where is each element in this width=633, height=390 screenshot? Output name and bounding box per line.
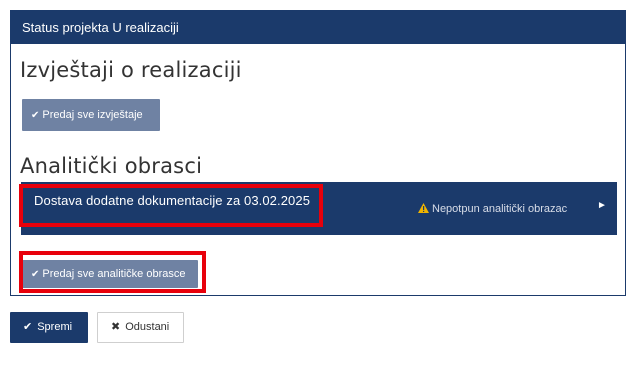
cancel-label: Odustani xyxy=(125,321,170,333)
project-status-panel: Status projekta U realizaciji Izvještaji… xyxy=(10,10,626,296)
check-icon: ✔ xyxy=(31,110,40,121)
analytic-form-status: Nepotpun analitički obrazac xyxy=(418,202,567,215)
warning-icon xyxy=(418,203,429,213)
check-icon: ✔ xyxy=(23,321,33,333)
page: Status projekta U realizaciji Izvještaji… xyxy=(0,0,633,390)
save-label: Spremi xyxy=(37,321,73,333)
reports-section-title: Izvještaji o realizaciji xyxy=(20,58,242,82)
submit-all-analytic-forms-button[interactable]: ✔ Predaj sve analitičke obrasce xyxy=(22,260,198,288)
cancel-button[interactable]: ✖ Odustani xyxy=(97,312,184,343)
analytic-form-status-label: Nepotpun analitički obrazac xyxy=(432,203,568,215)
submit-all-reports-button[interactable]: ✔ Predaj sve izvještaje xyxy=(22,99,160,131)
submit-all-reports-label: Predaj sve izvještaje xyxy=(42,109,143,121)
close-icon: ✖ xyxy=(111,321,121,333)
submit-all-analytic-forms-label: Predaj sve analitičke obrasce xyxy=(42,268,186,280)
analytic-form-title: Dostava dodatne dokumentacije za 03.02.2… xyxy=(34,193,311,208)
panel-header: Status projekta U realizaciji xyxy=(11,11,625,44)
analytic-form-row[interactable]: Dostava dodatne dokumentacije za 03.02.2… xyxy=(21,182,617,235)
chevron-right-icon[interactable]: ► xyxy=(597,200,607,211)
check-icon: ✔ xyxy=(31,269,40,280)
save-button[interactable]: ✔ Spremi xyxy=(10,312,88,343)
analytic-forms-section-title: Analitički obrasci xyxy=(20,154,203,178)
